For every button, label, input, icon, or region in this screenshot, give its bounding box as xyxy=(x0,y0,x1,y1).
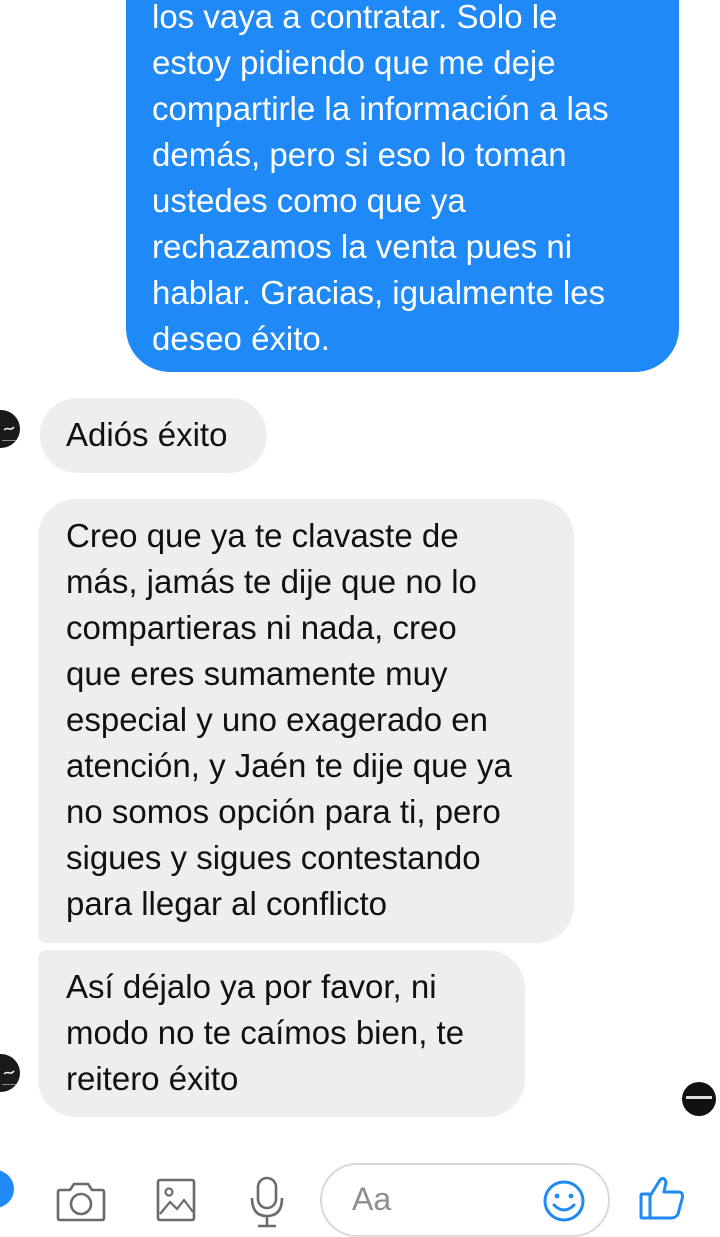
outgoing-message-bubble[interactable]: los vaya a contratar. Solo le estoy pidi… xyxy=(126,0,679,372)
thumbs-up-icon[interactable] xyxy=(638,1174,686,1222)
message-input-placeholder: Aa xyxy=(352,1181,392,1217)
message-text: Adiós éxito xyxy=(66,416,228,453)
emoji-icon[interactable] xyxy=(542,1179,586,1223)
avatar-image xyxy=(2,1070,16,1085)
gallery-icon[interactable] xyxy=(156,1178,196,1222)
incoming-message-bubble[interactable]: Así déjalo ya por favor, ni modo no te c… xyxy=(38,950,525,1117)
microphone-icon[interactable] xyxy=(247,1176,287,1228)
camera-icon[interactable] xyxy=(56,1180,106,1222)
contact-avatar[interactable] xyxy=(0,1054,20,1092)
incoming-message-bubble[interactable]: Adiós éxito xyxy=(40,398,267,473)
avatar-image xyxy=(2,426,16,441)
message-text: Así déjalo ya por favor, ni modo no te c… xyxy=(66,968,465,1097)
contact-avatar[interactable] xyxy=(0,410,20,448)
seen-indicator-avatar xyxy=(682,1082,716,1116)
message-text: los vaya a contratar. Solo le estoy pidi… xyxy=(152,0,609,357)
message-text: Creo que ya te clavaste de más, jamás te… xyxy=(66,517,512,922)
message-input[interactable]: Aa xyxy=(320,1163,610,1237)
more-actions-button[interactable] xyxy=(0,1170,14,1208)
incoming-message-bubble[interactable]: Creo que ya te clavaste de más, jamás te… xyxy=(38,499,574,943)
